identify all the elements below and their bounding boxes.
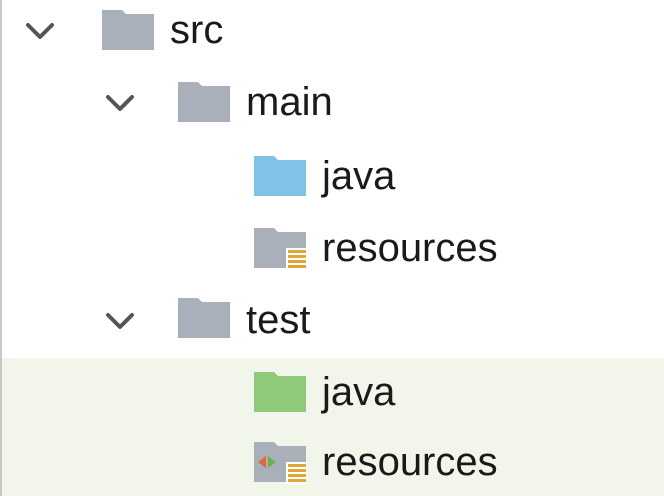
tree-node-label: test — [246, 298, 311, 342]
folder-icon — [178, 82, 230, 122]
tree-node-test[interactable]: test — [2, 288, 664, 360]
tree-node-label: main — [246, 80, 333, 124]
resources-root-folder-icon — [254, 228, 306, 270]
tree-node-label: java — [322, 370, 396, 414]
test-source-root-folder-icon — [254, 372, 306, 412]
tree-node-label: resources — [322, 226, 498, 270]
tree-node-label: java — [322, 154, 396, 198]
folder-icon — [178, 298, 230, 338]
folder-icon — [102, 10, 154, 50]
tree-node-src[interactable]: src — [2, 0, 664, 72]
project-tree: src main java resources test java resour… — [0, 0, 664, 496]
test-resources-root-folder-icon — [254, 442, 306, 484]
tree-node-test-resources[interactable]: resources — [2, 424, 664, 496]
tree-node-main-java[interactable]: java — [2, 144, 664, 216]
source-root-folder-icon — [254, 156, 306, 196]
tree-node-main-resources[interactable]: resources — [2, 216, 664, 288]
tree-node-main[interactable]: main — [2, 72, 664, 144]
tree-node-label: src — [170, 8, 224, 52]
tree-node-test-java[interactable]: java — [2, 360, 664, 432]
tree-node-label: resources — [322, 440, 498, 484]
chevron-down-icon[interactable] — [20, 16, 60, 46]
chevron-down-icon[interactable] — [100, 306, 140, 336]
chevron-down-icon[interactable] — [100, 88, 140, 118]
